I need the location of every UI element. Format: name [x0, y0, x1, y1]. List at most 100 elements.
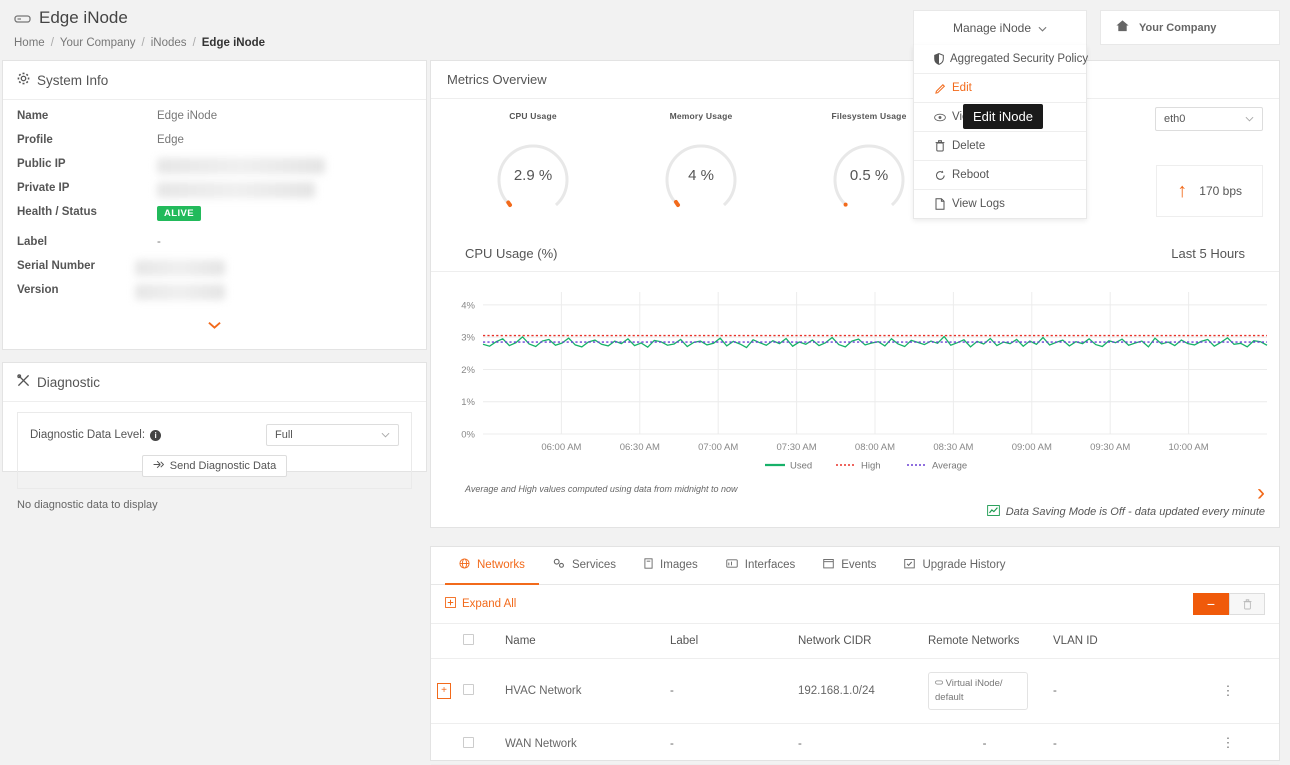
company-selector[interactable]: Your Company	[1100, 10, 1280, 45]
company-label: Your Company	[1139, 21, 1217, 34]
info-row-health-status: Health / Status ALIVE	[17, 206, 412, 236]
info-icon[interactable]: i	[150, 429, 162, 441]
breadcrumb: Home / Your Company / iNodes / Edge iNod…	[0, 28, 1290, 57]
tab-images[interactable]: Images	[630, 547, 712, 585]
arrow-up-icon: ↑	[1177, 180, 1188, 202]
tab-events[interactable]: Events	[809, 547, 890, 585]
interface-select[interactable]: eth0	[1155, 107, 1263, 131]
diagnostic-level-select[interactable]: Full	[266, 424, 399, 446]
table-header-name: Name	[499, 623, 664, 659]
menu-item-aggregated-security-policy[interactable]: Aggregated Security Policy	[914, 45, 1089, 74]
metrics-overview-title: Metrics Overview	[431, 61, 1279, 99]
system-info-expand-toggle[interactable]	[3, 320, 426, 332]
diagnostic-title: Diagnostic	[37, 374, 101, 390]
row-cidr: 192.168.1.0/24	[792, 658, 922, 724]
gauge-value: 2.9 %	[513, 166, 553, 184]
svg-text:Used: Used	[790, 461, 812, 472]
chart-header: CPU Usage (%) Last 5 Hours	[431, 246, 1279, 272]
svg-text:2%: 2%	[461, 365, 475, 376]
row-select-cell	[457, 723, 499, 765]
row-checkbox[interactable]	[463, 683, 474, 695]
send-diagnostic-data-button[interactable]: Send Diagnostic Data	[141, 455, 288, 477]
row-expand-button[interactable]: +	[437, 682, 451, 699]
svg-text:08:30 AM: 08:30 AM	[933, 442, 973, 453]
menu-item-delete[interactable]: Delete	[914, 132, 1086, 161]
breadcrumb-separator: /	[192, 37, 196, 49]
breadcrumb-separator: /	[50, 37, 54, 49]
chevron-down-icon	[208, 320, 221, 332]
svg-text:07:00 AM: 07:00 AM	[698, 442, 738, 453]
menu-item-reboot[interactable]: Reboot	[914, 161, 1086, 190]
gauge-value: 4 %	[688, 166, 714, 184]
info-row-private-ip: Private IP	[17, 182, 412, 206]
svg-text:3%: 3%	[461, 333, 475, 344]
gauges-row: CPU Usage 2.9 % Memory Usage 4 % Filesys…	[431, 99, 1279, 221]
data-saving-mode-note: Data Saving Mode is Off - data updated e…	[986, 505, 1265, 519]
row-menu-button[interactable]: ⋮	[1183, 736, 1273, 750]
chevron-right-icon[interactable]: ›	[987, 481, 1265, 505]
chevron-down-icon	[381, 429, 390, 441]
tab-interfaces[interactable]: Interfaces	[712, 547, 810, 585]
chart-canvas: 0% 1% 2% 3% 4% 06:00 AM 06:30 AM 07:00 AM 07:30…	[461, 292, 1268, 472]
row-vlan-id: -	[1047, 658, 1177, 724]
svg-text:08:00 AM: 08:00 AM	[855, 442, 895, 453]
tab-services[interactable]: Services	[539, 547, 630, 585]
manage-inode-trigger[interactable]: Manage iNode	[913, 10, 1087, 45]
row-checkbox[interactable]	[463, 736, 474, 748]
svg-text:1%: 1%	[461, 397, 475, 408]
table-header-select-all	[457, 623, 499, 659]
breadcrumb-item-company[interactable]: Your Company	[60, 37, 136, 49]
gauge-cpu-usage: CPU Usage 2.9 %	[449, 111, 617, 221]
gauge-dial: 4 %	[655, 129, 747, 221]
row-expand-cell	[431, 723, 457, 765]
tab-networks[interactable]: Networks	[445, 547, 539, 585]
delete-selected-button[interactable]	[1229, 593, 1265, 615]
table-row[interactable]: + HVAC Network - 192.168.1.0/24 Virtual …	[431, 658, 1279, 724]
select-all-checkbox[interactable]	[463, 634, 474, 645]
menu-item-label: Aggregated Security Policy	[950, 53, 1089, 65]
manage-inode-menu: Manage iNode Aggregated Security Policy …	[913, 10, 1089, 219]
edit-inode-tooltip: Edit iNode	[963, 104, 1043, 129]
expand-all-button[interactable]: Expand All	[445, 597, 516, 611]
row-menu-button[interactable]: ⋮	[1183, 683, 1273, 697]
info-row-name: Name Edge iNode	[17, 110, 412, 134]
remote-network-chip[interactable]: Virtual iNode/ default	[928, 672, 1028, 710]
network-traffic-stats: ↑ 170 bps	[1156, 165, 1263, 217]
gauge-memory-usage: Memory Usage 4 %	[617, 111, 785, 221]
row-remote-networks: -	[922, 723, 1047, 765]
image-icon	[644, 558, 653, 572]
system-info-header: System Info	[3, 61, 426, 100]
diagnostic-level-label: Diagnostic Data Level:	[30, 429, 146, 441]
menu-item-label: Reboot	[952, 169, 990, 181]
metrics-overview-panel: Metrics Overview CPU Usage 2.9 % Memory …	[430, 60, 1280, 528]
upgrade-icon	[904, 558, 916, 572]
redacted-value	[157, 182, 315, 198]
row-expand-cell: +	[431, 658, 457, 724]
chart-footer: › Data Saving Mode is Off - data updated…	[986, 481, 1265, 519]
svg-text:10:00 AM: 10:00 AM	[1169, 442, 1209, 453]
home-icon	[1115, 19, 1130, 36]
tab-upgrade-history[interactable]: Upgrade History	[890, 547, 1019, 585]
network-icon	[459, 558, 470, 572]
row-actions-cell: ⋮	[1177, 658, 1279, 724]
svg-text:Average: Average	[932, 461, 967, 472]
collapse-button[interactable]: −	[1193, 593, 1229, 615]
info-row-label: Label -	[17, 236, 412, 260]
data-saving-mode-text: Data Saving Mode is Off - data updated e…	[1005, 506, 1265, 518]
plus-square-icon	[445, 597, 456, 611]
system-info-rows: Name Edge iNode Profile Edge Public IP P…	[3, 100, 426, 308]
diagnostic-header: Diagnostic	[3, 363, 426, 402]
table-row[interactable]: WAN Network - - - - ⋮	[431, 723, 1279, 765]
row-cidr: -	[792, 723, 922, 765]
server-icon	[935, 678, 946, 689]
menu-item-view-logs[interactable]: View Logs	[914, 190, 1086, 218]
info-row-version: Version	[17, 284, 412, 308]
menu-item-edit[interactable]: Edit	[914, 74, 1086, 103]
networks-table: Name Label Network CIDR Remote Networks …	[431, 623, 1279, 765]
svg-text:06:30 AM: 06:30 AM	[620, 442, 660, 453]
system-info-panel: System Info Name Edge iNode Profile Edge…	[2, 60, 427, 350]
gauge-value: 0.5 %	[849, 166, 889, 184]
breadcrumb-item-home[interactable]: Home	[14, 37, 45, 49]
info-key: Label	[17, 236, 48, 248]
breadcrumb-item-inodes[interactable]: iNodes	[151, 37, 187, 49]
